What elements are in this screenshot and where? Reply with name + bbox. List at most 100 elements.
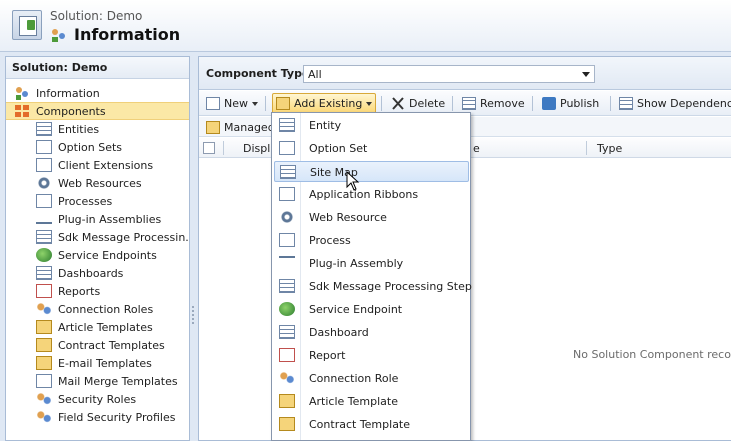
add-existing-button[interactable]: Add Existing bbox=[272, 93, 377, 114]
menu-item-web-resource[interactable]: Web Resource bbox=[274, 207, 469, 228]
dashboard-icon bbox=[36, 266, 52, 280]
process-icon bbox=[279, 233, 295, 247]
select-all-checkbox[interactable] bbox=[203, 142, 215, 154]
nav-subitem-connection-roles[interactable]: Connection Roles bbox=[6, 300, 189, 318]
nav-item-information[interactable]: Information bbox=[6, 84, 189, 102]
menu-item-entity[interactable]: Entity bbox=[274, 115, 469, 136]
publish-label: Publish bbox=[560, 97, 600, 110]
article-template-icon bbox=[279, 394, 295, 408]
nav-item-label: Option Sets bbox=[58, 140, 123, 154]
nav-subitem-plugin-assemblies[interactable]: Plug-in Assemblies bbox=[6, 210, 189, 228]
plugin-icon bbox=[36, 222, 52, 228]
information-icon bbox=[16, 87, 28, 100]
remove-label: Remove bbox=[480, 97, 525, 110]
column-header-name[interactable]: e bbox=[473, 142, 480, 155]
menu-item-contract-template[interactable]: Contract Template bbox=[274, 414, 469, 435]
nav-subitem-processes[interactable]: Processes bbox=[6, 192, 189, 210]
managed-button[interactable]: Managed bbox=[203, 117, 278, 138]
report-icon bbox=[279, 348, 295, 362]
nav-subitem-mail-merge[interactable]: Mail Merge Templates bbox=[6, 372, 189, 390]
sdk-message-icon bbox=[279, 279, 295, 293]
nav-subitem-contract-templates[interactable]: Contract Templates bbox=[6, 336, 189, 354]
publish-icon bbox=[542, 97, 556, 110]
menu-item-site-map[interactable]: Site Map bbox=[274, 161, 469, 182]
show-dependencies-button[interactable]: Show Dependenci bbox=[616, 93, 731, 114]
nav-subitem-reports[interactable]: Reports bbox=[6, 282, 189, 300]
component-type-value: All bbox=[308, 68, 322, 81]
publish-button[interactable]: Publish bbox=[539, 93, 602, 114]
menu-item-option-set[interactable]: Option Set bbox=[274, 138, 469, 159]
nav-subitem-security-roles[interactable]: Security Roles bbox=[6, 390, 189, 408]
nav-subitem-article-templates[interactable]: Article Templates bbox=[6, 318, 189, 336]
site-map-icon bbox=[280, 165, 296, 179]
menu-item-report[interactable]: Report bbox=[274, 345, 469, 366]
menu-item-connection-role[interactable]: Connection Role bbox=[274, 368, 469, 389]
nav-subitem-email-templates[interactable]: E-mail Templates bbox=[6, 354, 189, 372]
field-security-icon bbox=[36, 410, 52, 424]
column-header-type[interactable]: Type bbox=[597, 142, 622, 155]
nav-item-label: Client Extensions bbox=[58, 158, 154, 172]
new-label: New bbox=[224, 97, 248, 110]
menu-item-application-ribbons[interactable]: Application Ribbons bbox=[274, 184, 469, 205]
contract-template-icon bbox=[36, 338, 52, 352]
nav-item-label: Mail Merge Templates bbox=[58, 374, 178, 388]
menu-item-label: Article Template bbox=[309, 395, 398, 408]
empty-grid-message: No Solution Component recor bbox=[573, 348, 731, 361]
solution-navigation: Solution: Demo Information Components En… bbox=[5, 56, 190, 441]
new-button[interactable]: New bbox=[203, 93, 261, 114]
nav-subitem-web-resources[interactable]: Web Resources bbox=[6, 174, 189, 192]
nav-heading: Solution: Demo bbox=[6, 57, 189, 79]
connection-role-icon bbox=[279, 371, 295, 385]
contract-template-icon bbox=[279, 417, 295, 431]
dependencies-icon bbox=[619, 97, 633, 110]
pane-splitter[interactable] bbox=[190, 56, 198, 441]
option-set-icon bbox=[36, 140, 52, 154]
nav-item-components[interactable]: Components bbox=[6, 102, 189, 120]
menu-item-label: Report bbox=[309, 349, 346, 362]
nav-item-label: Processes bbox=[58, 194, 113, 208]
menu-item-label: Plug-in Assembly bbox=[309, 257, 404, 270]
component-type-select[interactable]: All bbox=[303, 65, 595, 83]
managed-icon bbox=[206, 121, 220, 134]
page-header: Solution: Demo Information bbox=[0, 0, 731, 52]
nav-item-label: Field Security Profiles bbox=[58, 410, 176, 424]
caret-down-icon bbox=[252, 101, 258, 106]
nav-item-label: Article Templates bbox=[58, 320, 153, 334]
nav-subitem-field-security[interactable]: Field Security Profiles bbox=[6, 408, 189, 426]
client-extensions-icon bbox=[36, 158, 52, 172]
column-header-display[interactable]: Displ bbox=[243, 142, 270, 155]
add-existing-label: Add Existing bbox=[294, 97, 363, 110]
menu-item-label: Web Resource bbox=[309, 211, 387, 224]
new-icon bbox=[206, 97, 220, 110]
nav-item-label: Entities bbox=[58, 122, 100, 136]
menu-item-dashboard[interactable]: Dashboard bbox=[274, 322, 469, 343]
delete-button[interactable]: Delete bbox=[388, 93, 448, 114]
menu-item-sdk-message[interactable]: Sdk Message Processing Step bbox=[274, 276, 472, 297]
menu-item-label: Dashboard bbox=[309, 326, 369, 339]
nav-subitem-option-sets[interactable]: Option Sets bbox=[6, 138, 189, 156]
nav-subitem-entities[interactable]: Entities bbox=[6, 120, 189, 138]
nav-item-label: Contract Templates bbox=[58, 338, 165, 352]
menu-item-plugin-assembly[interactable]: Plug-in Assembly bbox=[274, 253, 469, 274]
nav-item-label: Service Endpoints bbox=[58, 248, 157, 262]
service-endpoint-icon bbox=[36, 248, 52, 262]
web-resource-icon bbox=[36, 176, 52, 190]
remove-button[interactable]: Remove bbox=[459, 93, 528, 114]
menu-item-service-endpoint[interactable]: Service Endpoint bbox=[274, 299, 469, 320]
add-existing-menu: Entity Option Set Site Map Application R… bbox=[271, 112, 472, 441]
nav-item-label: Plug-in Assemblies bbox=[58, 212, 162, 226]
nav-subitem-service-endpoints[interactable]: Service Endpoints bbox=[6, 246, 189, 264]
nav-item-label: Components bbox=[36, 104, 106, 118]
nav-subitem-sdk-message[interactable]: Sdk Message Processin... bbox=[6, 228, 189, 246]
delete-label: Delete bbox=[409, 97, 446, 110]
solution-label: Solution: Demo bbox=[50, 9, 143, 23]
entity-icon bbox=[279, 118, 295, 132]
nav-subitem-dashboards[interactable]: Dashboards bbox=[6, 264, 189, 282]
menu-item-article-template[interactable]: Article Template bbox=[274, 391, 469, 412]
plugin-icon bbox=[279, 256, 295, 270]
menu-item-label: Application Ribbons bbox=[309, 188, 419, 201]
sdk-message-icon bbox=[36, 230, 52, 244]
menu-item-process[interactable]: Process bbox=[274, 230, 469, 251]
web-resource-icon bbox=[279, 210, 295, 224]
nav-subitem-client-extensions[interactable]: Client Extensions bbox=[6, 156, 189, 174]
